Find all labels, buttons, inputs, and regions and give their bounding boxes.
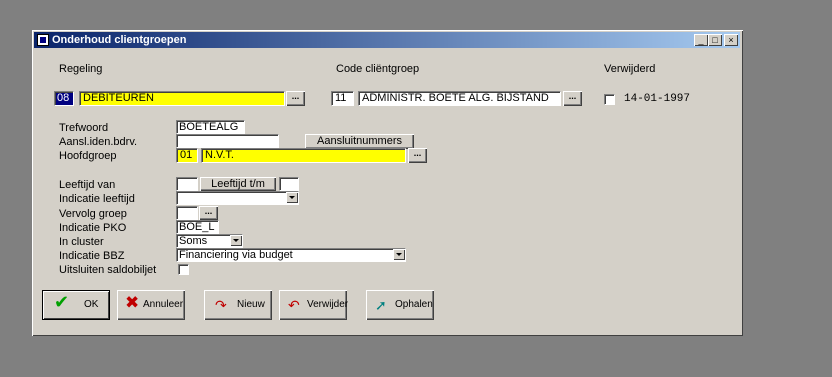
ok-button[interactable]: ✔ OK [42,290,110,320]
window-title: Onderhoud clientgroepen [52,34,187,46]
vervolg-groep-lookup-button[interactable]: ... [199,206,218,220]
code-lookup-button[interactable]: ... [563,91,582,106]
nieuw-label: Nieuw [237,299,265,310]
chevron-down-icon[interactable] [286,192,298,203]
label-uitsluiten-saldobiljet: Uitsluiten saldobiljet [59,264,157,276]
regeling-name: DEBITEUREN [83,92,154,104]
hoofdgroep-lookup-button[interactable]: ... [408,148,427,163]
code-name-field[interactable]: ADMINISTR. BOETE ALG. BIJSTAND [358,91,561,106]
annuleer-label: Annuleer [143,299,184,310]
indicatie-bbz-value: Financiering via budget [179,249,293,261]
code-name: ADMINISTR. BOETE ALG. BIJSTAND [362,92,549,104]
x-cross-icon: ✖ [125,293,140,312]
trefwoord-value: BOETEALG [179,121,239,133]
leeftijd-tm-input[interactable] [279,177,299,191]
close-button[interactable]: × [724,34,738,46]
label-trefwoord: Trefwoord [59,122,109,134]
regeling-name-field[interactable]: DEBITEUREN [79,91,285,106]
verwijder-button[interactable]: ↶ Verwijder [279,290,349,320]
regeling-code-field[interactable]: 08 [54,91,74,106]
in-cluster-value: Soms [179,235,208,247]
new-arrow-icon: ↷ [215,297,227,313]
delete-arrow-icon: ↶ [288,297,300,313]
chevron-down-icon[interactable] [230,235,242,246]
label-indicatie-bbz: Indicatie BBZ [59,250,125,262]
in-cluster-select[interactable]: Soms [176,234,243,248]
minimize-button[interactable]: _ [694,34,708,46]
checkmark-icon: ✔ [54,292,70,312]
header-code-clientgroep: Code cliëntgroep [336,63,420,75]
code-num: 11 [335,92,347,104]
label-leeftijd-van: Leeftijd van [59,179,116,191]
code-num-field[interactable]: 11 [331,91,354,106]
label-indicatie-leeftijd: Indicatie leeftijd [59,193,135,205]
chevron-down-icon[interactable] [393,249,405,260]
ophalen-button[interactable]: ➚ Ophalen [366,290,434,320]
verwijderd-date: 14-01-1997 [624,93,691,105]
annuleer-button[interactable]: ✖ Annuleer [117,290,185,320]
header-verwijderd: Verwijderd [604,63,656,75]
ok-label: OK [84,299,99,310]
label-vervolg-groep: Vervolg groep [59,208,127,220]
label-indicatie-pko: Indicatie PKO [59,222,127,234]
hoofdgroep-code-field[interactable]: 01 [176,148,198,163]
leeftijd-van-input[interactable] [176,177,198,191]
label-in-cluster: In cluster [59,236,104,248]
aansl-input[interactable] [176,134,279,148]
uitsluiten-saldobiljet-checkbox[interactable] [178,264,189,275]
indicatie-pko-value: BOE_L [179,221,215,233]
indicatie-bbz-select[interactable]: Financiering via budget [176,248,406,262]
hoofdgroep-name-field[interactable]: N.V.T. [201,148,406,163]
header-regeling: Regeling [59,63,103,75]
hoofdgroep-code: 01 [180,149,193,161]
aansluitnummers-button[interactable]: Aansluitnummers [305,134,414,149]
ophalen-label: Ophalen [395,299,433,310]
leeftijd-tm-button[interactable]: Leeftijd t/m [200,177,276,191]
trefwoord-input[interactable]: BOETEALG [176,120,245,134]
hoofdgroep-name: N.V.T. [205,149,234,161]
regeling-code: 08 [57,92,70,104]
nieuw-button[interactable]: ↷ Nieuw [204,290,272,320]
maximize-button[interactable]: □ [708,34,722,46]
vervolg-groep-input[interactable] [176,206,198,220]
indicatie-leeftijd-select[interactable] [176,191,299,205]
retrieve-icon: ➚ [375,297,387,313]
label-hoofdgroep: Hoofdgroep [59,150,117,162]
regeling-lookup-button[interactable]: ... [286,91,305,106]
verwijder-label: Verwijder [307,299,349,310]
verwijderd-checkbox[interactable] [604,94,615,105]
app-icon [37,34,49,46]
indicatie-pko-input[interactable]: BOE_L [176,220,219,234]
label-aansl-iden-bdrv: Aansl.iden.bdrv. [59,136,138,148]
